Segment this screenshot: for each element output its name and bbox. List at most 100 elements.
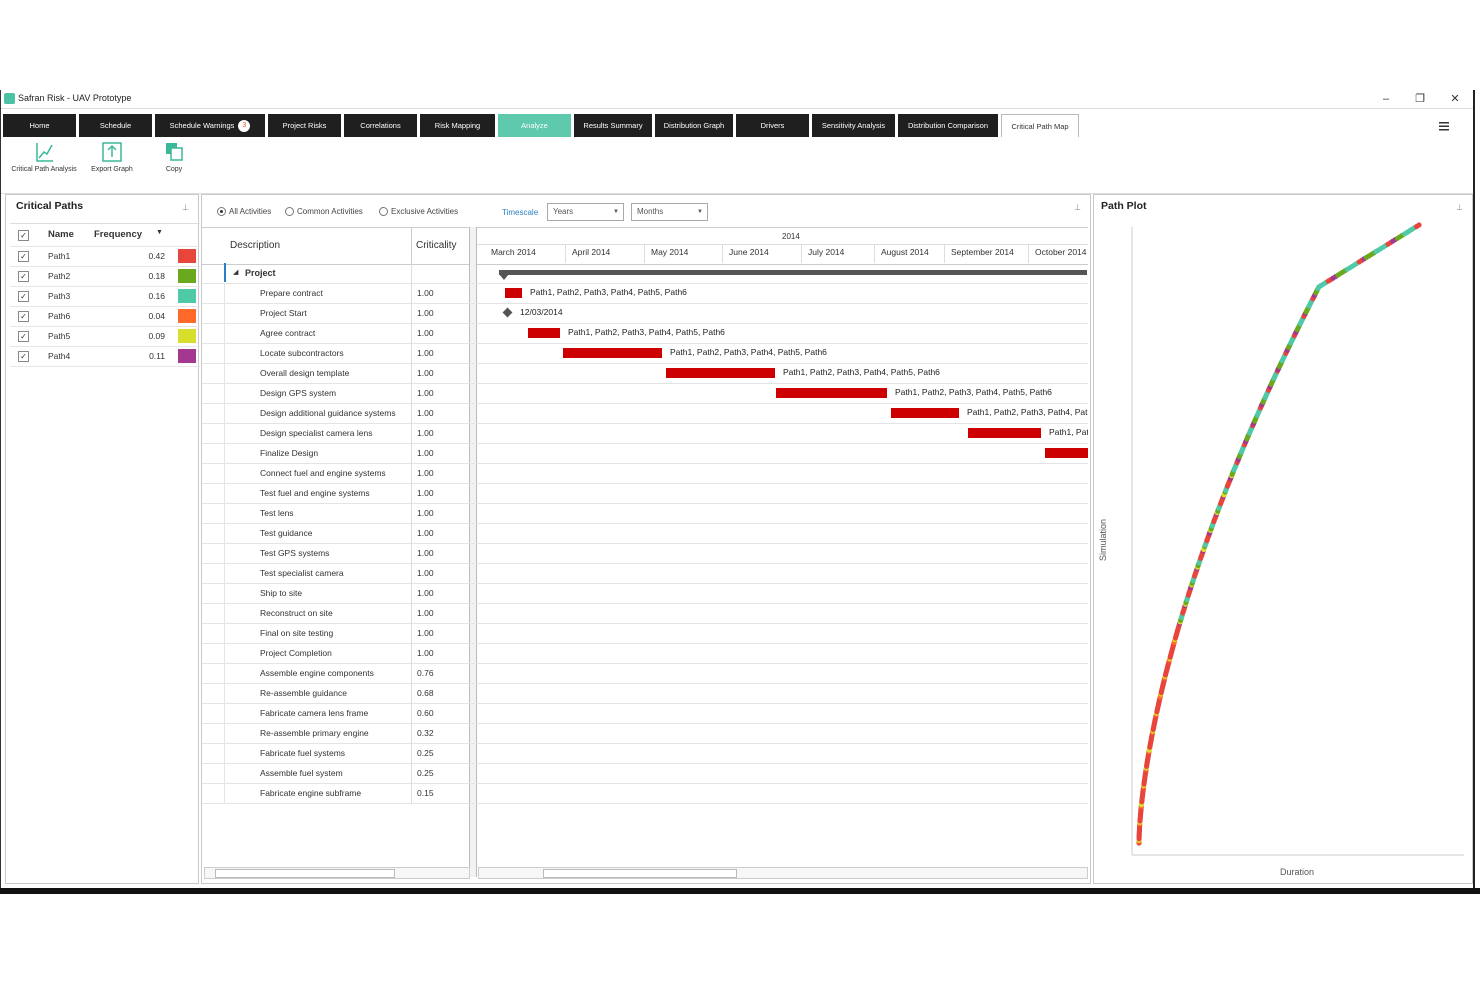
milestone-diamond[interactable] xyxy=(502,307,513,318)
activity-row[interactable]: Re-assemble guidance 0.68 xyxy=(202,683,1088,704)
activity-row[interactable]: Re-assemble primary engine 0.32 xyxy=(202,723,1088,744)
activity-row[interactable]: Test fuel and engine systems 1.00 xyxy=(202,483,1088,504)
ribbon-label: Critical Path Analysis xyxy=(11,166,77,173)
path-color-swatch[interactable] xyxy=(178,329,196,343)
month-divider xyxy=(874,245,875,263)
activity-row[interactable]: Fabricate engine subframe 0.15 xyxy=(202,783,1088,804)
activity-bar[interactable] xyxy=(776,388,887,398)
tab-analyze[interactable]: Analyze xyxy=(498,114,571,137)
tab-home[interactable]: Home xyxy=(3,114,76,137)
activity-row[interactable]: Overall design template 1.00 Path1, Path2,… xyxy=(202,363,1088,384)
critical-path-row[interactable]: ✓ Path4 0.11 xyxy=(10,346,200,367)
project-summary-bar[interactable] xyxy=(499,270,1087,275)
pin-icon[interactable]: ⊥ xyxy=(182,203,189,212)
row-checkbox[interactable]: ✓ xyxy=(18,331,29,342)
column-header-frequency[interactable]: Frequency xyxy=(94,229,142,240)
activity-row[interactable]: Reconstruct on site 1.00 xyxy=(202,603,1088,624)
activity-row[interactable]: Assemble fuel system 0.25 xyxy=(202,763,1088,784)
activity-bar[interactable] xyxy=(891,408,959,418)
tab-critical-path-map[interactable]: Critical Path Map xyxy=(1001,114,1079,137)
selection-marker xyxy=(224,263,226,282)
row-checkbox[interactable]: ✓ xyxy=(18,271,29,282)
critical-path-row[interactable]: ✓ Path1 0.42 xyxy=(10,246,200,267)
row-checkbox[interactable]: ✓ xyxy=(18,351,29,362)
collapse-triangle-icon[interactable]: ◢ xyxy=(233,268,238,276)
activity-row[interactable]: Assemble engine components 0.76 xyxy=(202,663,1088,684)
activity-description: Fabricate camera lens frame xyxy=(260,708,369,718)
activity-bar[interactable] xyxy=(563,348,662,358)
tab-sensitivity-analysis[interactable]: Sensitivity Analysis xyxy=(812,114,895,137)
activity-row[interactable]: Locate subcontractors 1.00 Path1, Path2, P… xyxy=(202,343,1088,364)
path-color-swatch[interactable] xyxy=(178,269,196,283)
activity-row[interactable]: Prepare contract 1.00 Path1, Path2, Path3,… xyxy=(202,283,1088,304)
activity-row[interactable]: Ship to site 1.00 xyxy=(202,583,1088,604)
tab-project-risks[interactable]: Project Risks xyxy=(268,114,341,137)
timescale-minor-select[interactable]: Months ▼ xyxy=(631,203,708,221)
activity-row[interactable]: Test lens 1.00 xyxy=(202,503,1088,524)
activity-row[interactable]: Project Completion 1.00 xyxy=(202,643,1088,664)
scrollbar-thumb[interactable] xyxy=(215,869,395,878)
path-color-swatch[interactable] xyxy=(178,289,196,303)
column-header-criticality[interactable]: Criticality xyxy=(416,240,457,251)
activity-row[interactable]: Test specialist camera 1.00 xyxy=(202,563,1088,584)
project-row[interactable]: ◢ Project xyxy=(202,263,1088,284)
path-color-swatch[interactable] xyxy=(178,309,196,323)
activity-bar[interactable] xyxy=(528,328,560,338)
activity-row[interactable]: Test guidance 1.00 xyxy=(202,523,1088,544)
filter-all-activities[interactable]: All Activities xyxy=(217,207,271,217)
tab-distribution-graph[interactable]: Distribution Graph xyxy=(655,114,733,137)
timeline-horizontal-scrollbar[interactable] xyxy=(478,867,1088,879)
activity-row[interactable]: Finalize Design 1.00 xyxy=(202,443,1088,464)
pin-icon[interactable]: ⊥ xyxy=(1456,203,1463,212)
grid-horizontal-scrollbar[interactable] xyxy=(204,867,470,879)
activity-row[interactable]: Design specialist camera lens 1.00 Path1, … xyxy=(202,423,1088,444)
tab-risk-mapping[interactable]: Risk Mapping xyxy=(420,114,495,137)
tab-distribution-comparison[interactable]: Distribution Comparison xyxy=(898,114,998,137)
activity-row[interactable]: Connect fuel and engine systems 1.00 xyxy=(202,463,1088,484)
tab-schedule[interactable]: Schedule xyxy=(79,114,152,137)
activity-bar[interactable] xyxy=(968,428,1041,438)
path-color-swatch[interactable] xyxy=(178,249,196,263)
activity-row[interactable]: Project Start 1.00 12/03/2014 xyxy=(202,303,1088,324)
column-header-description[interactable]: Description xyxy=(230,240,280,251)
export-graph-button[interactable]: Export Graph xyxy=(87,140,137,173)
tab-schedule-warnings[interactable]: Schedule Warnings 3 xyxy=(155,114,265,137)
activity-row[interactable]: Fabricate fuel systems 0.25 xyxy=(202,743,1088,764)
row-checkbox[interactable]: ✓ xyxy=(18,311,29,322)
activity-criticality: 1.00 xyxy=(417,468,434,478)
timescale-major-select[interactable]: Years ▼ xyxy=(547,203,624,221)
activity-row[interactable]: Design GPS system 1.00 Path1, Path2, Path3… xyxy=(202,383,1088,404)
restore-button[interactable]: ❐ xyxy=(1405,91,1435,107)
activity-row[interactable]: Test GPS systems 1.00 xyxy=(202,543,1088,564)
critical-path-row[interactable]: ✓ Path5 0.09 xyxy=(10,326,200,347)
column-header-name[interactable]: Name xyxy=(48,229,74,240)
hamburger-menu-icon[interactable] xyxy=(1437,119,1451,133)
tab-correlations[interactable]: Correlations xyxy=(344,114,417,137)
activity-row[interactable]: Design additional guidance systems 1.00 Pa… xyxy=(202,403,1088,424)
copy-button[interactable]: Copy xyxy=(157,140,191,173)
critical-path-row[interactable]: ✓ Path2 0.18 xyxy=(10,266,200,287)
tab-drivers[interactable]: Drivers xyxy=(736,114,809,137)
row-checkbox[interactable]: ✓ xyxy=(18,251,29,262)
activity-bar[interactable] xyxy=(666,368,775,378)
filter-exclusive-activities[interactable]: Exclusive Activities xyxy=(379,207,458,217)
tab-results-summary[interactable]: Results Summary xyxy=(574,114,652,137)
activity-bar[interactable] xyxy=(1045,448,1088,458)
path-color-swatch[interactable] xyxy=(178,349,196,363)
scrollbar-thumb[interactable] xyxy=(543,869,737,878)
activity-row[interactable]: Fabricate camera lens frame 0.60 xyxy=(202,703,1088,724)
minimize-button[interactable]: – xyxy=(1371,91,1401,107)
critical-path-row[interactable]: ✓ Path6 0.04 xyxy=(10,306,200,327)
select-all-checkbox[interactable]: ✓ xyxy=(18,230,29,241)
activity-bar[interactable] xyxy=(505,288,522,298)
filter-common-activities[interactable]: Common Activities xyxy=(285,207,363,217)
pin-icon[interactable]: ⊥ xyxy=(1074,203,1081,212)
sort-dropdown-icon[interactable]: ▼ xyxy=(156,229,163,236)
critical-path-analysis-button[interactable]: Critical Path Analysis xyxy=(7,140,81,173)
activity-description: Test GPS systems xyxy=(260,548,330,558)
critical-path-row[interactable]: ✓ Path3 0.16 xyxy=(10,286,200,307)
close-button[interactable]: ✕ xyxy=(1440,91,1470,107)
activity-row[interactable]: Agree contract 1.00 Path1, Path2, Path3, P… xyxy=(202,323,1088,344)
activity-row[interactable]: Final on site testing 1.00 xyxy=(202,623,1088,644)
row-checkbox[interactable]: ✓ xyxy=(18,291,29,302)
